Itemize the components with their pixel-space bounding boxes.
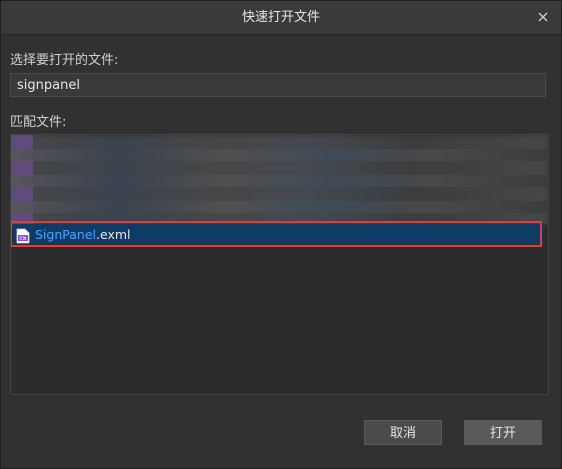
close-icon[interactable]	[535, 9, 551, 25]
title-bar: 快速打开文件	[1, 1, 561, 35]
file-name-match: SignPanel	[35, 227, 96, 242]
selected-file-name[interactable]: SignPanel.exml	[35, 227, 131, 242]
matched-files-list[interactable]: SignPanel.exml	[10, 134, 549, 395]
file-name-extension: .exml	[96, 227, 131, 242]
obscured-row	[11, 201, 548, 213]
open-button[interactable]: 打开	[464, 420, 542, 445]
quick-open-dialog: 快速打开文件 选择要打开的文件: 匹配文件: SignPanel.exml 取消	[0, 0, 562, 469]
exml-file-icon	[16, 228, 30, 244]
matches-label: 匹配文件:	[10, 115, 67, 130]
cancel-button[interactable]: 取消	[364, 420, 442, 445]
search-label: 选择要打开的文件:	[10, 53, 119, 68]
search-input[interactable]	[10, 73, 546, 97]
dialog-title: 快速打开文件	[241, 10, 320, 25]
obscured-row	[11, 175, 548, 187]
obscured-row	[11, 149, 548, 161]
